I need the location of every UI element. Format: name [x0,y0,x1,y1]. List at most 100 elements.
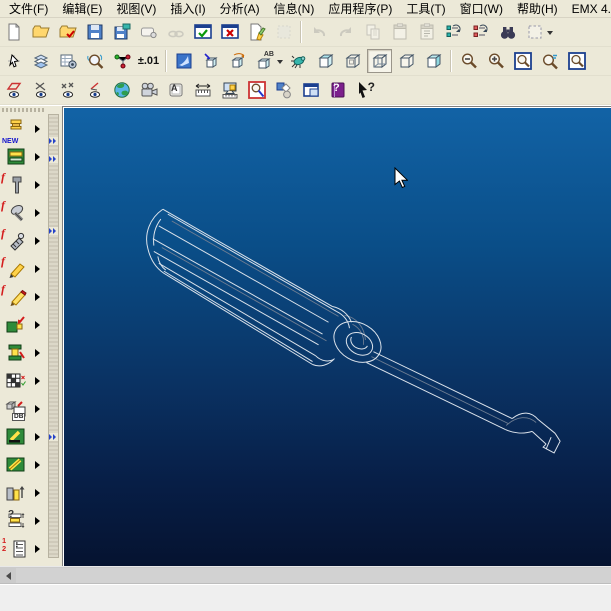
flyout-arrow-icon [35,153,40,161]
menu-file[interactable]: 文件(F) [2,0,55,18]
menu-help[interactable]: 帮助(H) [510,0,565,18]
flyout-arrow-icon [35,237,40,245]
model-player-button[interactable] [136,78,161,102]
wireframe-button[interactable] [367,49,392,73]
flyout-arrow-icon [35,517,40,525]
web-browser-button[interactable] [109,78,134,102]
zoom-out-button[interactable] [456,49,481,73]
emx-pattern-button[interactable] [0,367,48,395]
measure-button[interactable] [190,78,215,102]
shading-button[interactable] [313,49,338,73]
emx-height-adjust-button[interactable] [0,479,48,507]
select-items-button[interactable] [1,49,26,73]
menubar: 文件(F) 编辑(E) 视图(V) 插入(I) 分析(A) 信息(N) 应用程序(P) 工具(… [0,0,611,18]
select-filter-button[interactable] [522,20,553,44]
menu-insert[interactable]: 插入(I) [163,0,212,18]
new-file-button[interactable] [1,20,26,44]
flyout-arrow-icon [35,405,40,413]
menu-edit[interactable]: 编辑(E) [55,0,109,18]
emx-new-project-button[interactable]: NEW [0,115,48,145]
scrollbar-track[interactable] [16,568,611,583]
scroll-chevron-icon[interactable] [49,137,58,145]
paste-special-button[interactable] [414,20,439,44]
help-center-button[interactable]: ? [325,78,350,102]
zoom-edge-button[interactable] [564,49,589,73]
redo-button[interactable] [333,20,358,44]
send-model-button[interactable] [136,20,161,44]
link-button[interactable] [163,20,188,44]
horizontal-scrollbar[interactable] [0,566,611,584]
menu-analysis[interactable]: 分析(A) [213,0,267,18]
application-window: 文件(F) 编辑(E) 视图(V) 插入(I) 分析(A) 信息(N) 应用程序(P) 工具(… [0,0,611,611]
emx-sprue-bushing-button[interactable]: f [0,283,48,311]
edit-properties-button[interactable] [244,20,269,44]
regenerate-custom-button[interactable] [468,20,493,44]
zoom-in-button[interactable] [483,49,508,73]
find-button[interactable] [495,20,520,44]
flyout-arrow-icon [35,125,40,133]
emx-moldbase-query-button[interactable]: ? [0,507,48,535]
saved-views-button[interactable]: AB [252,49,283,73]
datum-plane-display-button[interactable] [1,78,26,102]
emx-mold-machine-button[interactable] [0,311,48,339]
no-hidden-button[interactable] [394,49,419,73]
copy-button[interactable] [360,20,385,44]
save-copy-button[interactable] [109,20,134,44]
csys-display-button[interactable] [82,78,107,102]
scroll-chevron-icon[interactable] [49,433,58,441]
annotation-button[interactable]: A [163,78,188,102]
emx-runner-button[interactable] [0,423,48,451]
component-ops-button[interactable] [271,78,296,102]
refit-button[interactable] [537,49,562,73]
menu-info[interactable]: 信息(N) [267,0,322,18]
save-button[interactable] [82,20,107,44]
object-info-button[interactable] [244,78,269,102]
tolerance-button[interactable]: ±.01 [136,49,161,73]
menu-emx[interactable]: EMX 4.0 [565,1,611,17]
undo-button[interactable] [306,20,331,44]
graphics-viewport[interactable] [62,106,611,566]
emx-database-button[interactable]: DB [0,395,48,423]
menu-tools[interactable]: 工具(T) [399,0,452,18]
hidden-line-button[interactable] [340,49,365,73]
scroll-chevron-icon[interactable] [49,155,58,163]
scroll-chevron-icon[interactable] [49,227,58,235]
activate-window-button[interactable] [190,20,215,44]
emx-screw-button[interactable]: f [0,227,48,255]
emx-press-button[interactable] [0,339,48,367]
orient-view-button[interactable] [198,49,223,73]
datum-refs-button[interactable] [109,49,134,73]
sidebar-scroll-strip[interactable] [48,114,59,558]
view-manager-button[interactable] [225,49,250,73]
axis-display-button[interactable] [28,78,53,102]
sidebar-grip[interactable] [2,108,46,112]
layers-button[interactable] [28,49,53,73]
menu-applications[interactable]: 应用程序(P) [321,0,399,18]
emx-bom-button[interactable]: 1 2 [0,535,48,563]
view-capture-button[interactable] [55,49,80,73]
zoom-box-button[interactable] [510,49,535,73]
open-session-button[interactable] [55,20,80,44]
open-file-button[interactable] [28,20,53,44]
close-window-button[interactable] [217,20,242,44]
paste-button[interactable] [387,20,412,44]
model-size-button[interactable] [217,78,242,102]
emx-screw-head-button[interactable]: f [0,199,48,227]
spin-zoom-button[interactable] [82,49,107,73]
emx-ejector-pin-button[interactable]: f [0,255,48,283]
emx-slide-button[interactable] [0,451,48,479]
scroll-left-button[interactable] [0,568,16,583]
emx-moldbase-button[interactable] [0,143,48,171]
emx-insert-component-button[interactable]: f [0,171,48,199]
enhanced-shade-button[interactable] [421,49,446,73]
menu-view[interactable]: 视图(V) [109,0,163,18]
regenerate-button[interactable] [441,20,466,44]
notes-button[interactable] [271,20,296,44]
menu-window[interactable]: 窗口(W) [453,0,510,18]
context-help-button[interactable]: ? [352,78,377,102]
point-display-button[interactable] [55,78,80,102]
flyout-arrow-icon [35,293,40,301]
repaint-button[interactable] [171,49,196,73]
new-window-button[interactable] [298,78,323,102]
spin-center-button[interactable] [286,49,311,73]
